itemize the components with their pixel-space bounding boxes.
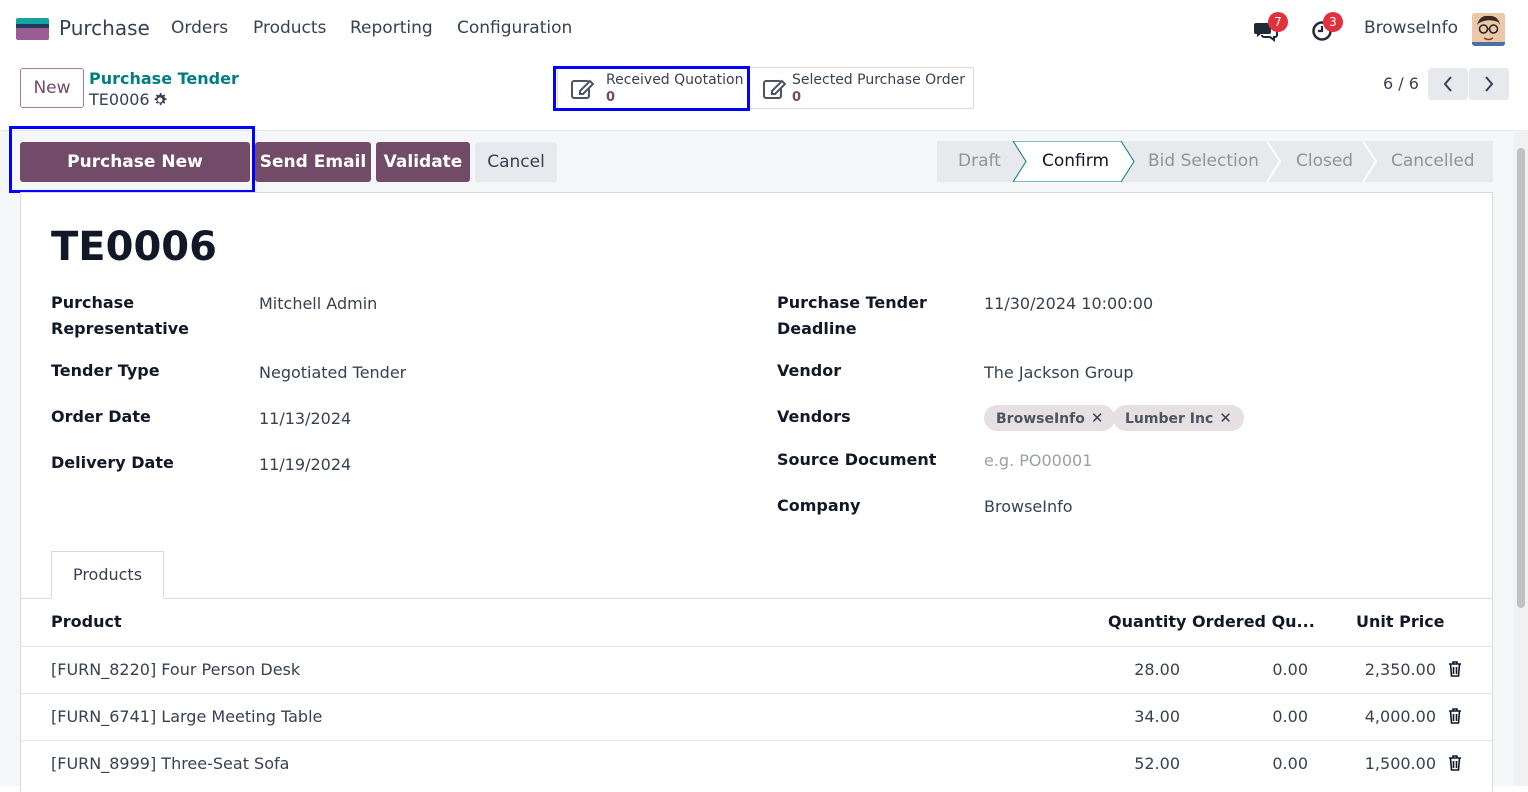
menu-orders[interactable]: Orders [171,18,228,38]
vendors-label: Vendors [777,407,851,426]
selected-purchase-order-button[interactable]: Selected Purchase Order 0 [749,68,974,108]
row-divider [20,740,1493,741]
order-date-field[interactable]: 11/13/2024 [259,409,351,428]
highlight-box [553,66,750,111]
new-button[interactable]: New [20,68,84,108]
purchase-app-icon[interactable] [16,18,49,40]
app-name[interactable]: Purchase [59,16,150,40]
record-title: TE0006 [51,224,217,270]
menu-reporting[interactable]: Reporting [350,18,433,38]
status-bid-selection[interactable]: Bid Selection [1148,141,1259,182]
scrollbar[interactable] [1514,130,1528,786]
company-switcher[interactable]: BrowseInfo [1364,18,1458,38]
menu-configuration[interactable]: Configuration [457,18,572,38]
vendor-label: Vendor [777,361,842,380]
pager-next-button[interactable] [1469,68,1509,100]
row-quantity[interactable]: 28.00 [1080,660,1180,679]
source-document-field[interactable]: e.g. PO00001 [984,451,1092,470]
row-unit-price[interactable]: 1,500.00 [1316,754,1436,773]
edit-document-icon [763,79,787,99]
status-cancelled[interactable]: Cancelled [1391,141,1475,182]
tab-divider [20,598,1493,599]
order-date-label: Order Date [51,407,151,426]
breadcrumb-current: TE0006 [89,90,150,109]
remove-tag-icon[interactable]: ✕ [1219,409,1232,427]
remove-tag-icon[interactable]: ✕ [1091,409,1104,427]
status-closed[interactable]: Closed [1296,141,1353,182]
row-product[interactable]: [FURN_8999] Three-Seat Sofa [51,754,289,773]
activities-button[interactable]: 3 [1311,12,1343,44]
user-avatar[interactable] [1472,13,1505,46]
pager-value[interactable]: 6 / 6 [1383,74,1419,93]
vendor-tag-label: Lumber Inc [1125,411,1214,427]
row-quantity[interactable]: 34.00 [1080,707,1180,726]
top-navbar: Purchase Orders Products Reporting Confi… [0,0,1528,58]
messages-button[interactable]: 7 [1253,12,1288,44]
tender-type-field[interactable]: Negotiated Tender [259,363,406,382]
tender-deadline-label: Purchase Tender Deadline [777,293,927,338]
purchase-representative-label: Purchase Representative [51,293,189,338]
row-product[interactable]: [FURN_8220] Four Person Desk [51,660,300,679]
send-email-button[interactable]: Send Email [255,142,371,182]
row-divider [20,693,1493,694]
tender-deadline-field[interactable]: 11/30/2024 10:00:00 [984,294,1153,313]
trash-icon[interactable] [1448,708,1462,724]
company-label: Company [777,496,861,515]
column-quantity[interactable]: Quantity [1108,612,1186,631]
breadcrumb-parent[interactable]: Purchase Tender [89,69,239,88]
gear-icon[interactable] [152,92,168,108]
column-unit-price[interactable]: Unit Price [1356,612,1445,631]
company-field[interactable]: BrowseInfo [984,497,1073,516]
row-divider [20,646,1493,647]
purchase-representative-field[interactable]: Mitchell Admin [259,294,377,313]
vendor-tag[interactable]: Lumber Inc ✕ [1113,405,1244,431]
selected-purchase-order-label: Selected Purchase Order [792,72,965,88]
pager-previous-button[interactable] [1428,68,1468,100]
tender-type-label: Tender Type [51,361,160,380]
vendor-field[interactable]: The Jackson Group [984,363,1134,382]
highlight-box [9,126,255,193]
trash-icon[interactable] [1448,661,1462,677]
row-product[interactable]: [FURN_6741] Large Meeting Table [51,707,322,726]
column-ordered-quantity[interactable]: Ordered Qu... [1192,612,1315,631]
vendor-tag-label: BrowseInfo [996,411,1085,427]
row-unit-price[interactable]: 2,350.00 [1316,660,1436,679]
delivery-date-label: Delivery Date [51,453,174,472]
row-unit-price[interactable]: 4,000.00 [1316,707,1436,726]
chevron-right-icon [1485,76,1494,92]
activities-badge: 3 [1323,12,1343,32]
status-bar: Draft Confirm Bid Selection Closed Cance… [937,141,1493,182]
status-confirm[interactable]: Confirm [1042,141,1109,182]
menu-products[interactable]: Products [253,18,326,38]
control-panel: New Purchase Tender TE0006 Received Quot… [0,58,1528,130]
vendor-tag[interactable]: BrowseInfo ✕ [984,405,1116,431]
selected-purchase-order-count: 0 [792,90,802,105]
validate-button[interactable]: Validate [376,142,470,182]
avatar-face-icon [1472,13,1505,46]
delivery-date-field[interactable]: 11/19/2024 [259,455,351,474]
trash-icon[interactable] [1448,755,1462,771]
scrollbar-thumb[interactable] [1517,148,1525,608]
tab-products[interactable]: Products [51,551,164,599]
column-product[interactable]: Product [51,612,122,631]
row-quantity[interactable]: 52.00 [1080,754,1180,773]
row-ordered-quantity: 0.00 [1272,754,1308,773]
row-ordered-quantity: 0.00 [1272,707,1308,726]
chevron-left-icon [1443,76,1452,92]
source-document-label: Source Document [777,450,937,469]
messages-badge: 7 [1268,12,1288,32]
status-draft[interactable]: Draft [958,141,1001,182]
form-sheet [20,192,1493,792]
row-ordered-quantity: 0.00 [1272,660,1308,679]
cancel-button[interactable]: Cancel [475,142,557,182]
